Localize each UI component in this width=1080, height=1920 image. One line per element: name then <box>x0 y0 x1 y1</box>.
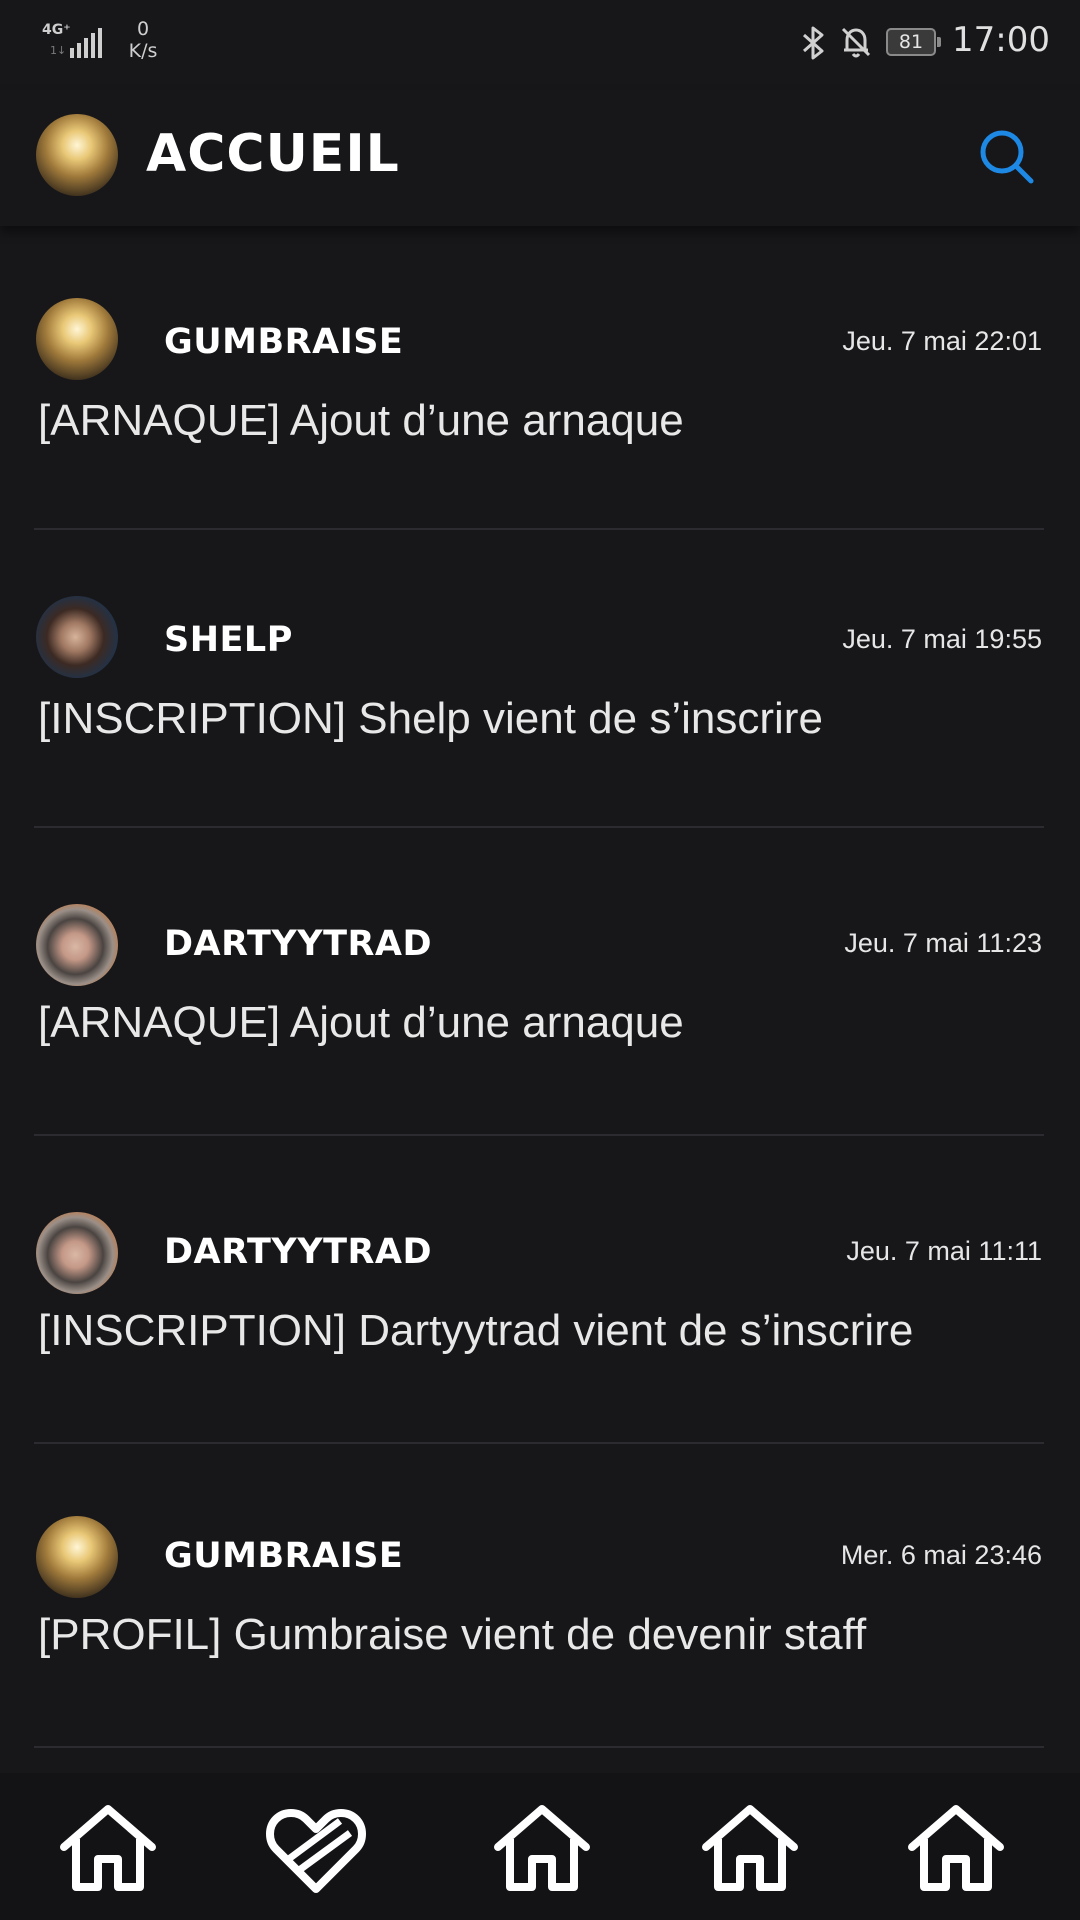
username[interactable]: DARTYYTRAD <box>164 1232 432 1272</box>
divider <box>34 528 1044 530</box>
user-avatar[interactable] <box>36 904 118 986</box>
feed-message: [ARNAQUE] Ajout d’une arnaque <box>38 998 684 1047</box>
search-icon[interactable] <box>976 126 1036 186</box>
feed-message: [ARNAQUE] Ajout d’une arnaque <box>38 396 684 445</box>
timestamp: Jeu. 7 mai 19:55 <box>842 624 1042 654</box>
signal-bars-icon <box>70 28 102 58</box>
bottom-nav <box>0 1773 1080 1920</box>
username[interactable]: DARTYYTRAD <box>164 924 432 964</box>
user-avatar[interactable] <box>36 596 118 678</box>
divider <box>34 826 1044 828</box>
timestamp: Jeu. 7 mai 11:23 <box>844 928 1042 958</box>
app-header: ACCUEIL <box>0 90 1080 226</box>
feed-message: [INSCRIPTION] Dartyytrad vient de s’insc… <box>38 1306 914 1355</box>
feed-message: [INSCRIPTION] Shelp vient de s’inscrire <box>38 694 823 743</box>
username[interactable]: GUMBRAISE <box>164 322 403 362</box>
bluetooth-icon <box>803 26 824 60</box>
divider <box>34 1442 1044 1444</box>
speed-value: 0 <box>136 18 150 40</box>
home-icon[interactable] <box>906 1803 1006 1893</box>
battery-icon: 81 <box>886 28 941 56</box>
feed-message: [PROFIL] Gumbraise vient de devenir staf… <box>38 1610 867 1659</box>
home-icon[interactable] <box>58 1803 158 1893</box>
user-avatar[interactable] <box>36 298 118 380</box>
network-type: 4G⁺ <box>42 22 71 38</box>
status-bar: 4G⁺ 1↓ 0 K/s 81 17:00 <box>0 0 1080 90</box>
heart-icon[interactable] <box>266 1803 366 1893</box>
timestamp: Jeu. 7 mai 22:01 <box>842 326 1042 356</box>
bell-off-icon <box>841 27 871 58</box>
network-speed: 0 K/s <box>118 18 168 62</box>
user-avatar[interactable] <box>36 1516 118 1598</box>
username[interactable]: GUMBRAISE <box>164 1536 403 1576</box>
clock: 17:00 <box>952 20 1050 60</box>
speed-unit: K/s <box>128 40 158 62</box>
profile-avatar[interactable] <box>36 114 118 196</box>
home-icon[interactable] <box>700 1803 800 1893</box>
divider <box>34 1134 1044 1136</box>
username[interactable]: SHELP <box>164 620 293 660</box>
network-sub: 1↓ <box>50 44 67 57</box>
user-avatar[interactable] <box>36 1212 118 1294</box>
page-title: ACCUEIL <box>146 124 400 184</box>
home-icon[interactable] <box>492 1803 592 1893</box>
timestamp: Mer. 6 mai 23:46 <box>840 1540 1042 1570</box>
battery-level: 81 <box>898 31 924 53</box>
timestamp: Jeu. 7 mai 11:11 <box>846 1236 1042 1266</box>
cellular-signal-icon: 4G⁺ 1↓ <box>42 22 104 62</box>
divider <box>34 1746 1044 1748</box>
